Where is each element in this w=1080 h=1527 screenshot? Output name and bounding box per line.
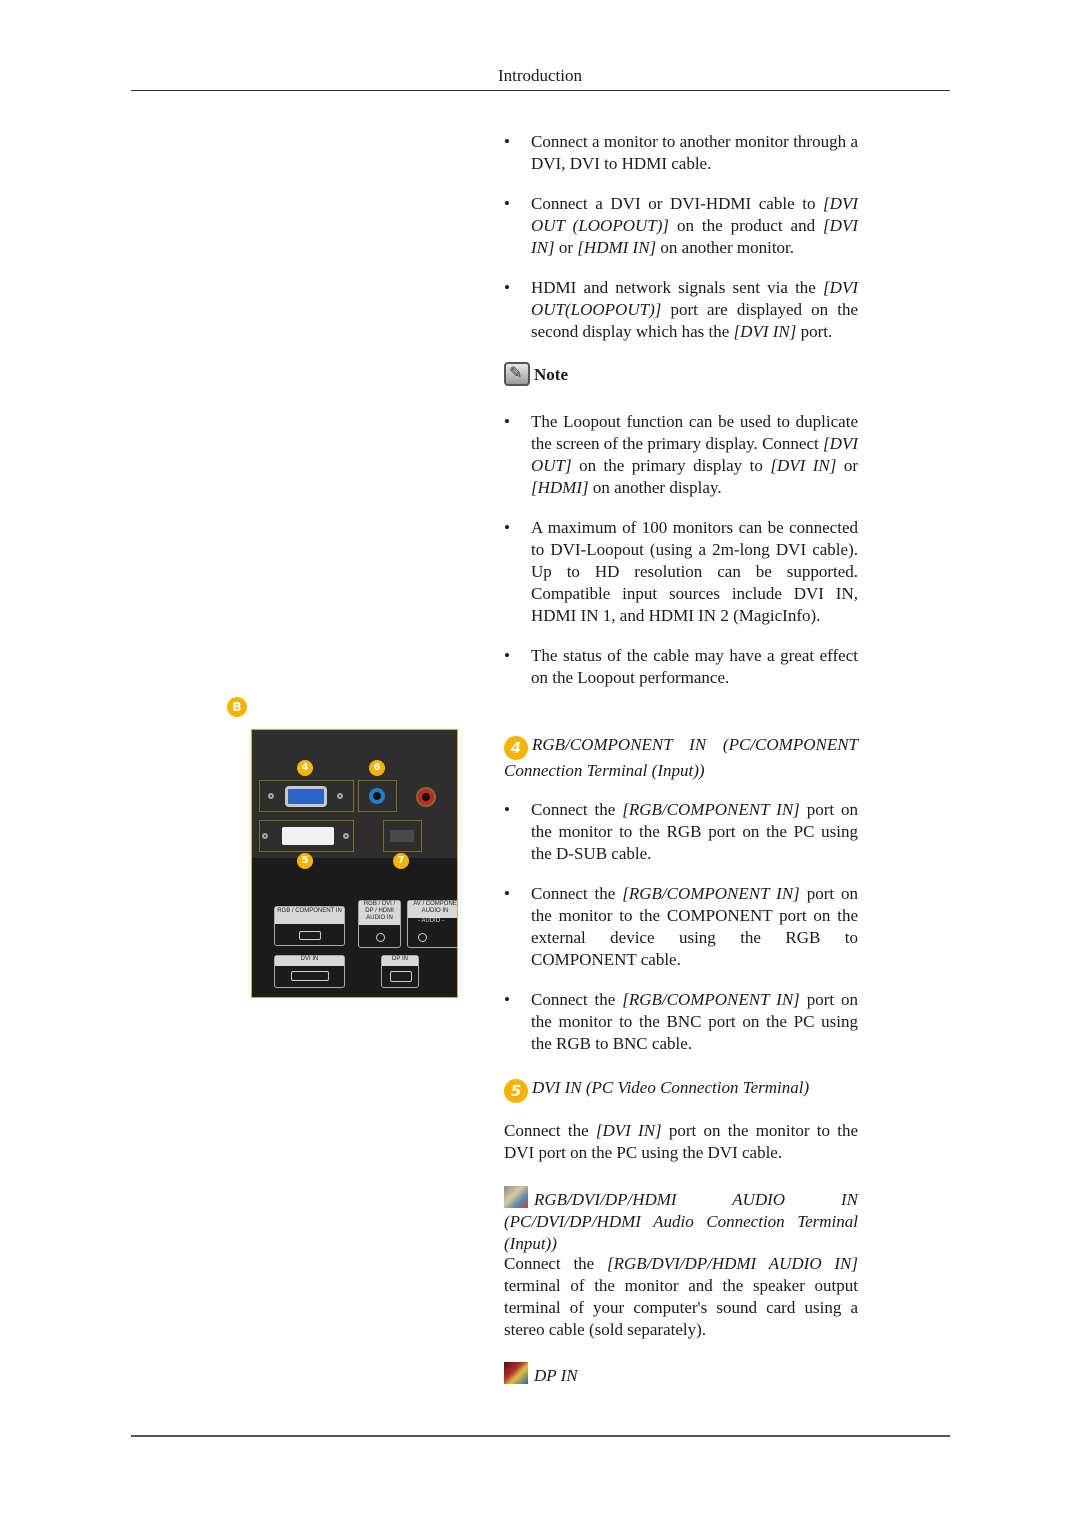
- text-run: or: [836, 456, 858, 475]
- connector-panel-image: 4 6 5 7 RGB / COMPONENT IN RGB / DVI / D…: [251, 729, 458, 998]
- text-run: or: [554, 238, 578, 257]
- number-4-badge-icon: 4: [504, 736, 528, 760]
- text-run: Connect a monitor to another monitor thr…: [531, 132, 858, 173]
- note-heading: Note: [504, 362, 858, 386]
- screw-icon: [337, 793, 343, 799]
- italic-reference: [DVI IN]: [733, 322, 797, 341]
- rgb-component-label: RGB / COMPONENT IN: [275, 907, 344, 924]
- rgb-component-bullet-list: Connect the [RGB/COMPONENT IN] port on t…: [504, 799, 858, 1055]
- text-run: HDMI and network signals sent via the: [531, 278, 824, 297]
- audio-in-body: Connect the [RGB/DVI/DP/HDMI AUDIO IN] t…: [504, 1253, 858, 1341]
- text-run: The status of the cable may have a great…: [531, 646, 858, 687]
- dp-in-title: DP IN: [534, 1366, 578, 1385]
- text-run: Connect the: [531, 884, 623, 903]
- dp-in-label-box: DP IN: [381, 955, 419, 988]
- audio-connector-icon: [504, 1186, 528, 1208]
- dvi-in-label-box: DVI IN: [274, 955, 345, 988]
- text-run: Connect a DVI or DVI-HDMI cable to: [531, 194, 824, 213]
- text-run: on another monitor.: [656, 238, 795, 257]
- callout-6-icon: 6: [369, 760, 385, 776]
- intro-bullet-list: Connect a monitor to another monitor thr…: [504, 131, 858, 343]
- number-5-badge-icon: 5: [504, 1079, 528, 1103]
- panel-b-badge-icon: B: [227, 697, 247, 717]
- audio-in-label: RGB / DVI / DP / HDMI AUDIO IN: [359, 901, 400, 925]
- audio-jack-icon: [376, 933, 385, 942]
- page-header-title: Introduction: [497, 66, 583, 85]
- dp-connector-icon: [504, 1362, 528, 1384]
- intro-bullet: Connect a DVI or DVI-HDMI cable to [DVI …: [504, 193, 858, 259]
- vga-symbol-icon: [299, 931, 321, 940]
- text-run: Connect the: [531, 990, 623, 1009]
- av-component-label: AV / COMPONE AUDIO IN: [408, 901, 457, 918]
- header-rule: [131, 90, 950, 91]
- italic-reference: [DVI IN]: [595, 1121, 662, 1140]
- dvi-in-title: DVI IN (PC Video Connection Terminal): [532, 1078, 810, 1097]
- text-run: on the primary display to: [571, 456, 771, 475]
- rgb-component-label-box: RGB / COMPONENT IN: [274, 906, 345, 946]
- intro-bullet: HDMI and network signals sent via the [D…: [504, 277, 858, 343]
- dvi-in-label: DVI IN: [275, 956, 344, 966]
- italic-reference: [RGB/DVI/DP/HDMI AUDIO IN]: [607, 1254, 859, 1273]
- blue-rca-jack-icon: [369, 788, 385, 804]
- audio-jack-icon: [418, 933, 427, 942]
- rgb-component-bullet: Connect the [RGB/COMPONENT IN] port on t…: [504, 883, 858, 971]
- screw-icon: [343, 833, 349, 839]
- av-audio-label: - AUDIO -: [418, 918, 445, 924]
- note-pencil-icon: [504, 362, 530, 386]
- dvi-symbol-icon: [291, 971, 329, 981]
- vga-port-icon: [285, 786, 327, 807]
- dp-in-label: DP IN: [382, 956, 418, 966]
- text-run: The Loopout function can be used to dupl…: [531, 412, 858, 453]
- dvi-in-heading: 5 DVI IN (PC Video Connection Terminal): [504, 1077, 858, 1103]
- note-bullet: The Loopout function can be used to dupl…: [504, 411, 858, 499]
- av-component-label-box: AV / COMPONE AUDIO IN - AUDIO -: [407, 900, 457, 948]
- audio-in-label-box: RGB / DVI / DP / HDMI AUDIO IN: [358, 900, 401, 948]
- callout-7-icon: 7: [393, 853, 409, 869]
- text-run: terminal of the monitor and the speaker …: [504, 1276, 858, 1339]
- text-run: on the product and: [669, 216, 824, 235]
- callout-4-icon: 4: [297, 760, 313, 776]
- italic-reference: [RGB/COMPONENT IN]: [622, 990, 800, 1009]
- italic-reference: [DVI IN]: [770, 456, 837, 475]
- rgb-component-bullet: Connect the [RGB/COMPONENT IN] port on t…: [504, 989, 858, 1055]
- rgb-component-title: RGB/COMPONENT IN (PC/COMPONENT Connectio…: [504, 735, 858, 780]
- text-run: on another display.: [588, 478, 722, 497]
- audio-in-title: RGB/DVI/DP/HDMI AUDIO IN (PC/DVI/DP/HDMI…: [504, 1190, 858, 1253]
- dp-in-heading: DP IN: [504, 1362, 858, 1387]
- screw-icon: [262, 833, 268, 839]
- text-run: port.: [796, 322, 833, 341]
- text-run: Connect the: [531, 800, 623, 819]
- audio-in-heading: RGB/DVI/DP/HDMI AUDIO IN (PC/DVI/DP/HDMI…: [504, 1186, 858, 1255]
- screw-icon: [268, 793, 274, 799]
- note-bullet: The status of the cable may have a great…: [504, 645, 858, 689]
- note-bullet: A maximum of 100 monitors can be connect…: [504, 517, 858, 627]
- intro-bullet: Connect a monitor to another monitor thr…: [504, 131, 858, 175]
- footer-rule: [131, 1435, 950, 1437]
- dp-symbol-icon: [390, 971, 412, 982]
- italic-reference: [HDMI]: [531, 478, 589, 497]
- text-run: A maximum of 100 monitors can be connect…: [531, 518, 858, 625]
- text-run: Connect the: [504, 1121, 596, 1140]
- red-rca-jack-icon: [418, 789, 434, 805]
- italic-reference: [RGB/COMPONENT IN]: [622, 800, 800, 819]
- dvi-in-body: Connect the [DVI IN] port on the monitor…: [504, 1120, 858, 1164]
- italic-reference: [RGB/COMPONENT IN]: [622, 884, 800, 903]
- text-run: Connect the: [504, 1254, 608, 1273]
- dp-port-icon: [390, 830, 414, 842]
- dvi-port-icon: [282, 827, 334, 845]
- callout-5-icon: 5: [297, 853, 313, 869]
- rgb-component-heading: 4 RGB/COMPONENT IN (PC/COMPONENT Connecti…: [504, 734, 858, 782]
- note-label: Note: [534, 365, 568, 384]
- italic-reference: [HDMI IN]: [577, 238, 657, 257]
- rgb-component-bullet: Connect the [RGB/COMPONENT IN] port on t…: [504, 799, 858, 865]
- note-bullet-list: The Loopout function can be used to dupl…: [504, 411, 858, 689]
